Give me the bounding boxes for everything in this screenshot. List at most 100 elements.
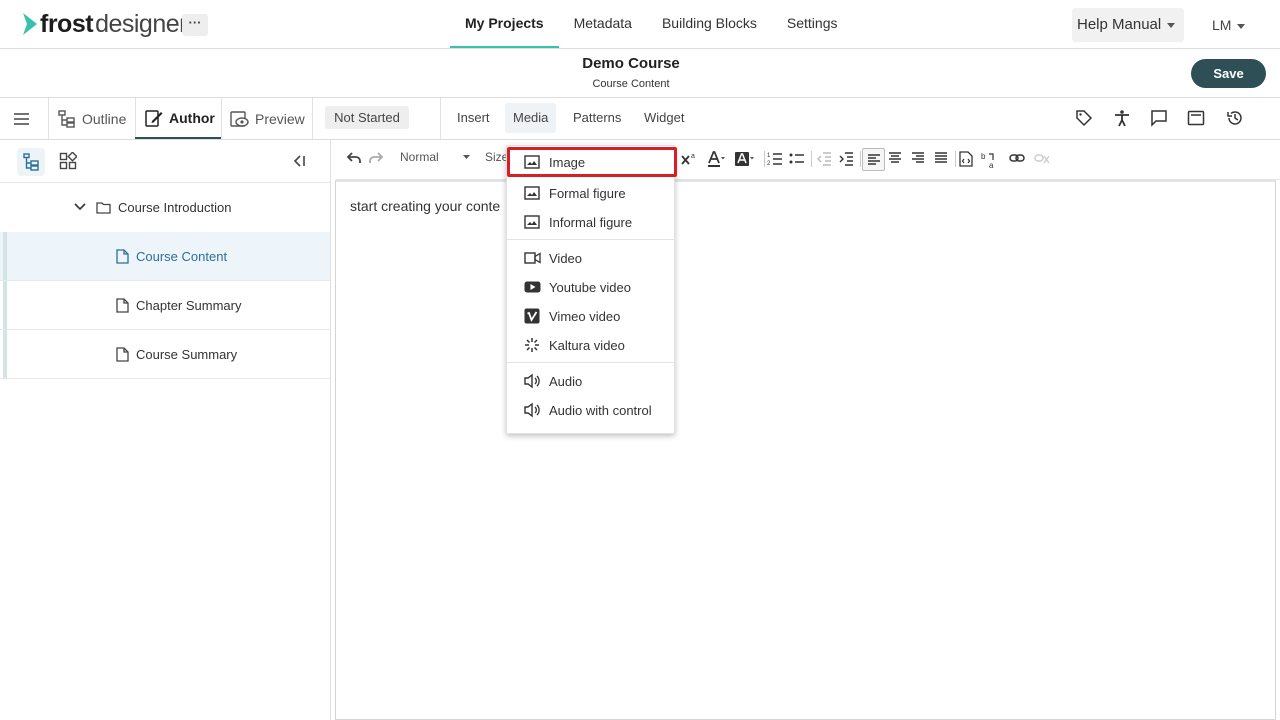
menu-item-youtube-video[interactable]: Youtube video xyxy=(507,273,674,301)
tag-icon[interactable] xyxy=(1075,109,1093,127)
status-badge[interactable]: Not Started xyxy=(325,106,409,129)
divider xyxy=(221,98,222,139)
document-icon xyxy=(116,298,129,313)
indent-icon[interactable] xyxy=(838,151,854,167)
find-replace-icon[interactable]: ba xyxy=(981,151,999,169)
vimeo-icon xyxy=(523,308,541,324)
menu-item-audio[interactable]: Audio xyxy=(507,367,674,395)
tree-folder-course-introduction[interactable]: Course Introduction xyxy=(0,183,330,232)
hamburger-menu-button[interactable] xyxy=(13,98,30,139)
menu-item-vimeo-video[interactable]: Vimeo video xyxy=(507,302,674,330)
comment-icon[interactable] xyxy=(1150,109,1168,127)
outline-tree-icon xyxy=(58,109,75,128)
menu-item-kaltura-video[interactable]: Kaltura video xyxy=(507,331,674,359)
nav-settings[interactable]: Settings xyxy=(772,0,853,48)
chevron-down-icon[interactable] xyxy=(74,202,86,212)
logo-word-designer: designer xyxy=(95,10,187,38)
frost-designer-logo[interactable]: frost designer xyxy=(22,11,187,37)
size-select[interactable]: Size xyxy=(485,150,508,164)
media-dropdown-menu: Image Formal figure Informal figure Vide… xyxy=(506,145,677,434)
font-color-icon[interactable] xyxy=(706,151,726,169)
panel-icon[interactable] xyxy=(1187,109,1205,127)
history-icon[interactable] xyxy=(1226,109,1244,127)
svg-text:2: 2 xyxy=(767,161,771,167)
highlight-color-icon[interactable] xyxy=(734,151,756,169)
more-options-button[interactable]: ··· xyxy=(182,14,208,36)
hamburger-icon xyxy=(14,112,29,125)
svg-text:a: a xyxy=(989,161,994,169)
course-title-bar: Demo Course Course Content Save xyxy=(0,49,1280,98)
media-menu[interactable]: Media xyxy=(505,103,557,133)
accessibility-icon[interactable] xyxy=(1113,109,1131,127)
nav-building-blocks[interactable]: Building Blocks xyxy=(647,0,772,48)
link-icon[interactable] xyxy=(1009,151,1025,165)
nav-metadata[interactable]: Metadata xyxy=(559,0,647,48)
menu-item-image[interactable]: Image xyxy=(507,147,677,177)
redo-icon[interactable] xyxy=(368,151,384,165)
divider xyxy=(860,151,861,167)
menu-item-label: Audio with control xyxy=(549,402,652,418)
outline-tab[interactable]: Outline xyxy=(57,98,126,139)
blocks-view-icon[interactable] xyxy=(59,152,77,170)
tree-accent xyxy=(3,330,7,378)
menu-item-informal-figure[interactable]: Informal figure xyxy=(507,208,674,236)
preview-label: Preview xyxy=(255,110,305,127)
tree-label: Course Summary xyxy=(136,347,238,362)
patterns-menu[interactable]: Patterns xyxy=(565,103,629,133)
svg-text:1: 1 xyxy=(767,153,771,159)
tree-label: Course Introduction xyxy=(118,200,232,215)
divider xyxy=(955,151,956,167)
divider xyxy=(764,151,765,167)
audio-icon xyxy=(523,373,541,389)
author-label: Author xyxy=(169,109,215,126)
divider xyxy=(48,98,49,139)
widget-menu[interactable]: Widget xyxy=(636,103,692,133)
nav-my-projects[interactable]: My Projects xyxy=(450,0,559,48)
tree-item-course-summary[interactable]: Course Summary xyxy=(0,330,330,379)
align-center-icon[interactable] xyxy=(888,151,902,165)
save-button[interactable]: Save xyxy=(1191,59,1266,88)
superscript-icon[interactable]: a xyxy=(680,151,696,167)
main-nav: My Projects Metadata Building Blocks Set… xyxy=(450,0,853,48)
unlink-icon[interactable] xyxy=(1034,151,1050,165)
tree-item-chapter-summary[interactable]: Chapter Summary xyxy=(0,281,330,330)
help-manual-dropdown[interactable]: Help Manual xyxy=(1072,8,1184,42)
menu-item-video[interactable]: Video xyxy=(507,244,674,272)
ordered-list-icon[interactable]: 12 xyxy=(767,151,783,167)
user-menu[interactable]: LM xyxy=(1212,8,1246,42)
caret-down-icon xyxy=(1237,23,1246,29)
caret-down-icon[interactable] xyxy=(463,155,470,160)
menu-item-label: Kaltura video xyxy=(549,337,625,353)
align-left-icon xyxy=(868,154,880,165)
source-code-icon[interactable] xyxy=(959,151,973,167)
preview-tab[interactable]: Preview xyxy=(230,98,305,139)
undo-icon[interactable] xyxy=(346,151,362,165)
author-tab[interactable]: Author xyxy=(135,98,221,139)
align-right-icon[interactable] xyxy=(911,151,925,165)
tree-view-tab[interactable] xyxy=(17,148,45,176)
format-select[interactable]: Normal xyxy=(400,150,439,164)
tree-item-course-content[interactable]: Course Content xyxy=(0,232,330,281)
document-icon xyxy=(116,249,129,264)
bullet-list-icon[interactable] xyxy=(789,151,805,167)
help-manual-label: Help Manual xyxy=(1077,16,1162,33)
outdent-icon[interactable] xyxy=(816,151,832,167)
menu-item-formal-figure[interactable]: Formal figure xyxy=(507,179,674,207)
tree-label: Course Content xyxy=(136,249,228,264)
outline-sidebar: Course Introduction Course Content Chapt… xyxy=(0,140,331,720)
tree-accent xyxy=(3,281,7,329)
align-left-button[interactable] xyxy=(862,148,885,171)
folder-icon xyxy=(96,202,111,214)
insert-menu[interactable]: Insert xyxy=(449,103,498,133)
menu-item-audio-with-control[interactable]: Audio with control xyxy=(507,396,674,424)
svg-text:a: a xyxy=(691,153,695,160)
tree-view-icon xyxy=(23,153,39,171)
image-icon xyxy=(523,215,541,229)
editor-text[interactable]: start creating your conte xyxy=(350,198,500,214)
tree-label: Chapter Summary xyxy=(136,298,242,313)
collapse-sidebar-icon[interactable] xyxy=(292,154,308,168)
align-justify-icon[interactable] xyxy=(934,151,948,165)
menu-item-label: Vimeo video xyxy=(549,308,621,324)
editor-content-area[interactable]: start creating your conte xyxy=(335,180,1276,720)
audio-icon xyxy=(523,402,541,418)
